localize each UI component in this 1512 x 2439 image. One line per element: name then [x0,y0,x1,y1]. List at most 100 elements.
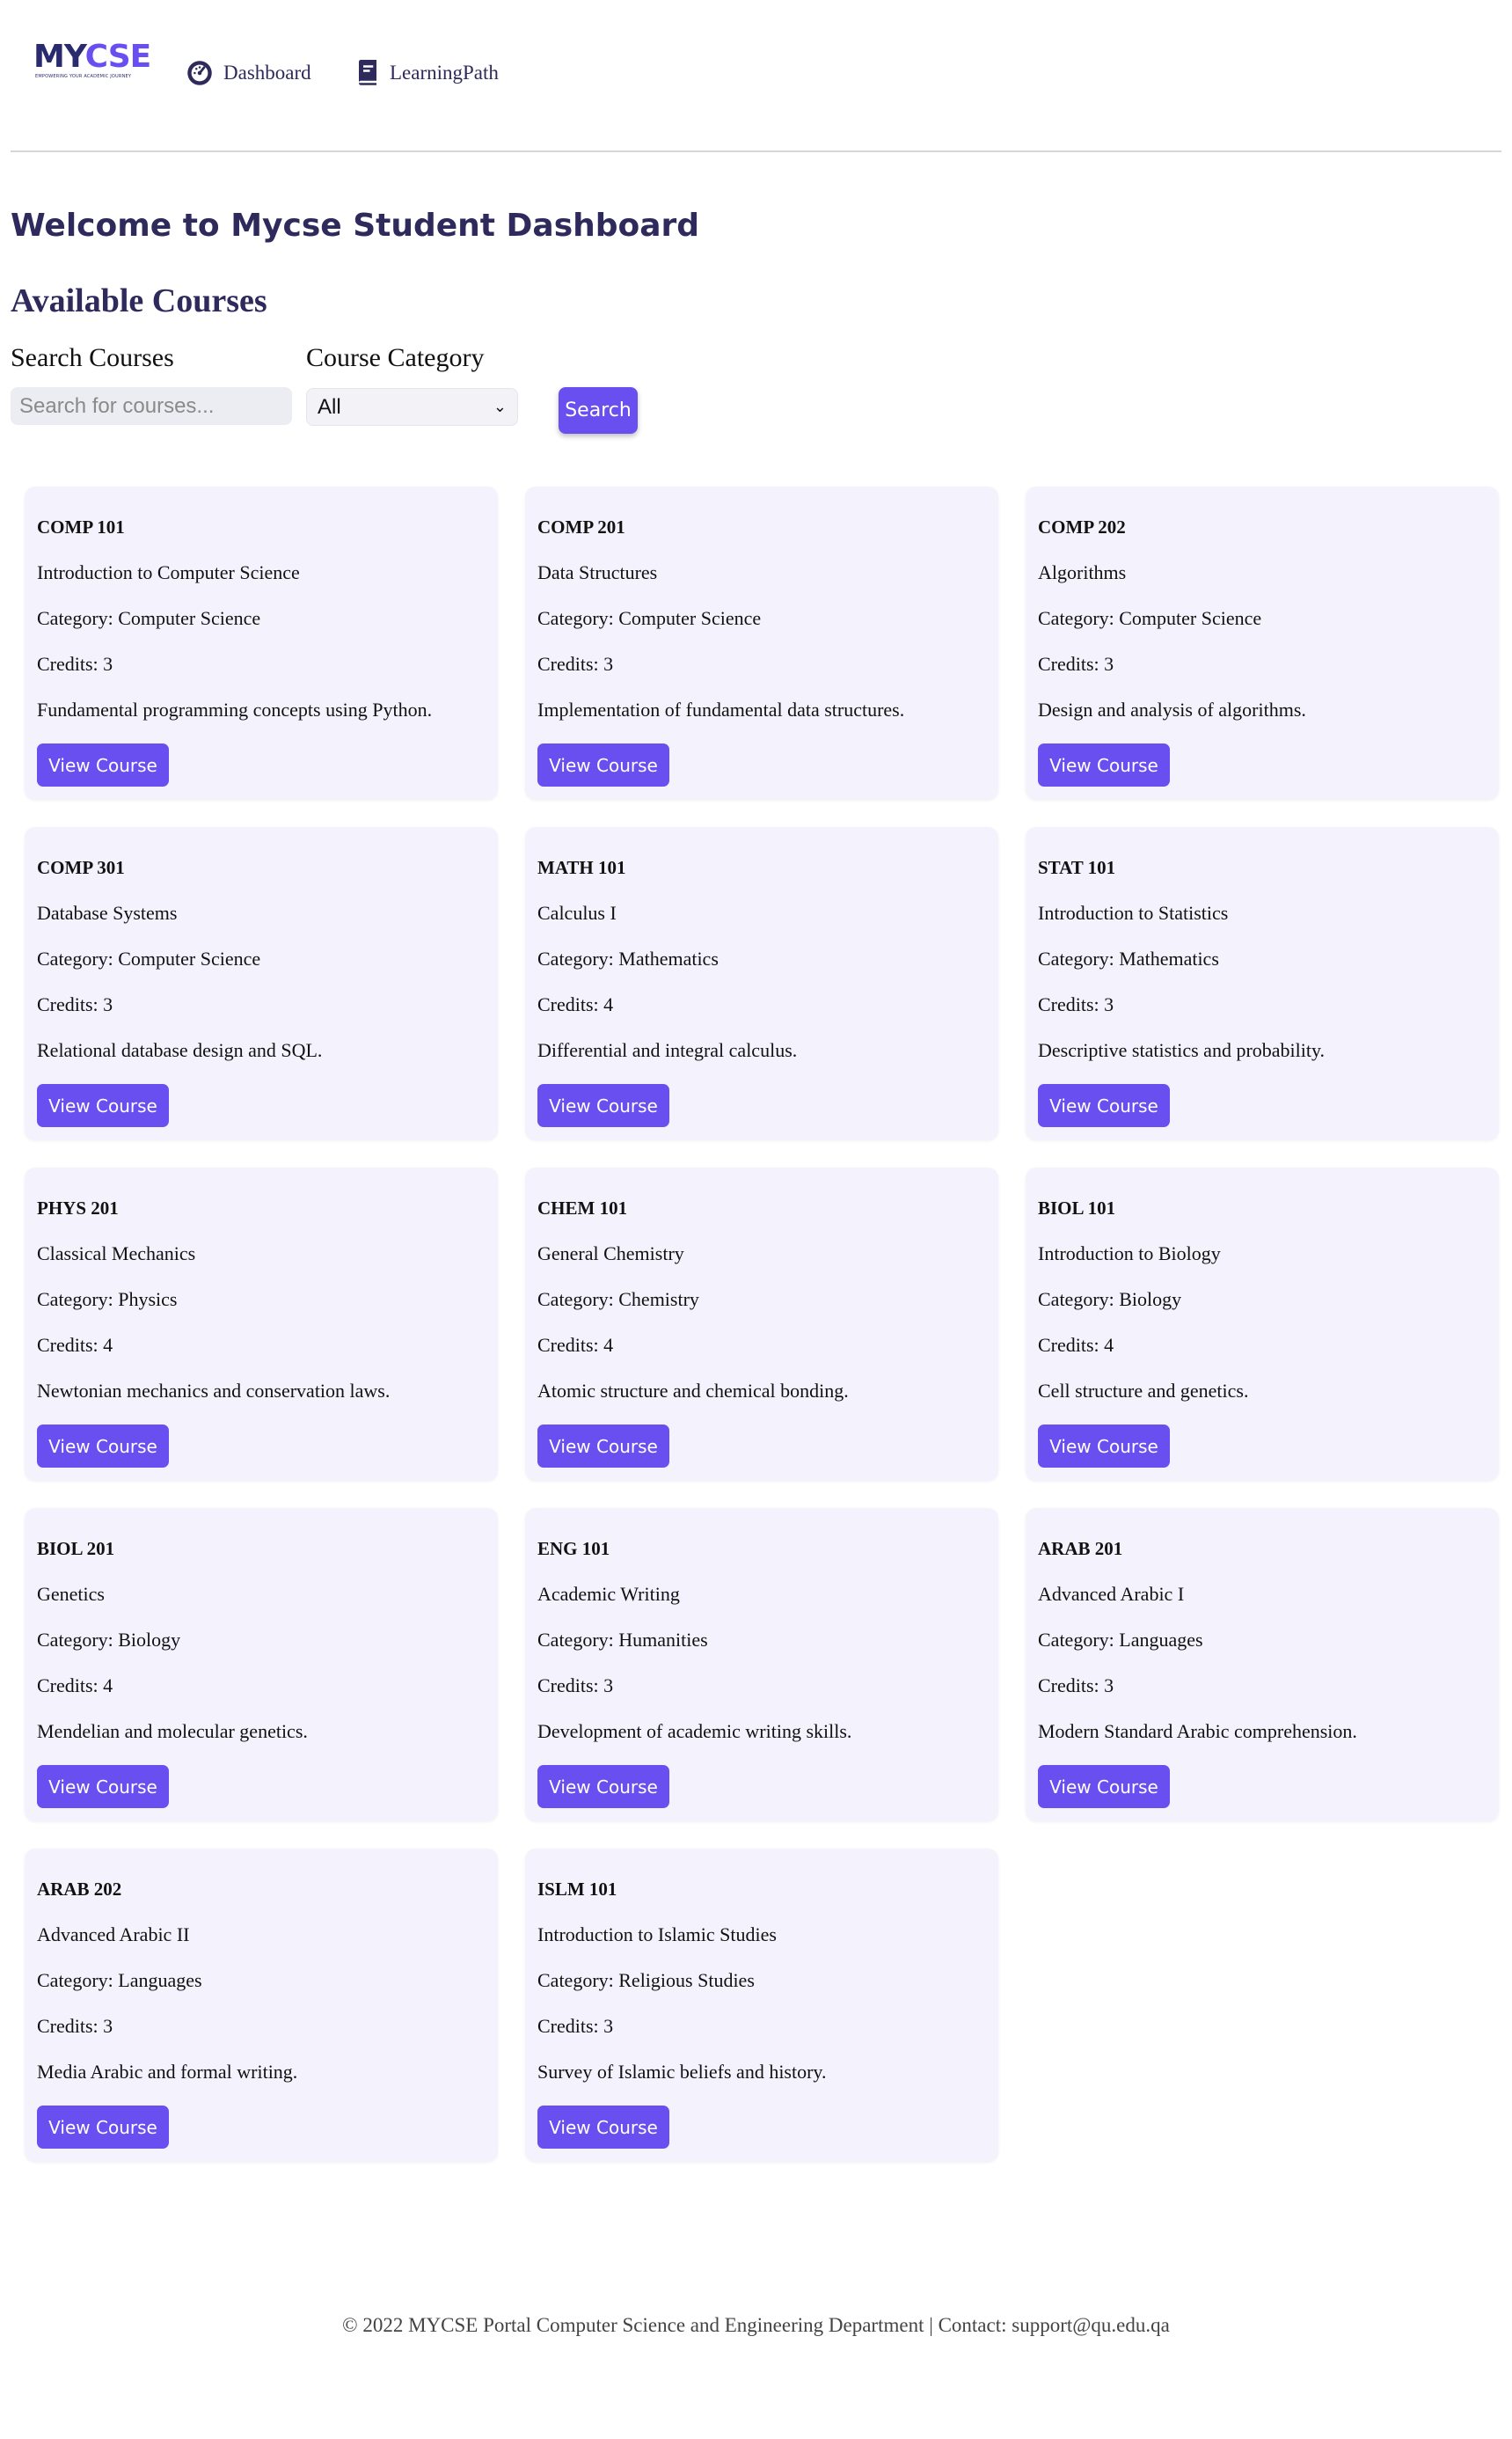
course-category-select[interactable]: All ⌄ [306,388,518,426]
course-description: Survey of Islamic beliefs and history. [537,2061,827,2083]
nav-learning-path-label: LearningPath [390,62,499,84]
course-category: Category: Chemistry [537,1288,699,1310]
chevron-down-icon: ⌄ [493,398,507,415]
course-category: Category: Computer Science [37,948,261,970]
nav-dashboard-label: Dashboard [223,62,311,84]
course-name: Introduction to Biology [1038,1242,1221,1264]
view-course-button[interactable]: View Course [537,2106,669,2149]
course-description: Newtonian mechanics and conservation law… [37,1380,391,1402]
course-name: Academic Writing [537,1583,680,1605]
course-name: Calculus I [537,902,617,924]
course-card: BIOL 201 Genetics Category: Biology Credits… [25,1508,498,1821]
course-card: COMP 201 Data Structures Category: Compute… [525,487,998,800]
course-category: Category: Humanities [537,1629,708,1651]
course-code: COMP 202 [1038,516,1126,538]
course-description: Cell structure and genetics. [1038,1380,1249,1402]
course-card: STAT 101 Introduction to Statistics Catego… [1026,827,1499,1140]
course-description: Development of academic writing skills. [537,1720,852,1742]
course-description: Media Arabic and formal writing. [37,2061,298,2083]
course-code: CHEM 101 [537,1198,628,1219]
course-credits: Credits: 3 [537,653,614,675]
course-description: Mendelian and molecular genetics. [37,1720,308,1742]
mycse-logo[interactable]: MYCSE EMPOWERING YOUR ACADEMIC JOURNEY [33,39,152,84]
course-card: ISLM 101 Introduction to Islamic Studies C… [525,1849,998,2162]
course-category: Category: Biology [1038,1288,1182,1310]
course-name: Introduction to Computer Science [37,561,300,583]
nav-learning-path[interactable]: LearningPath [356,60,499,86]
course-card: COMP 202 Algorithms Category: Computer Sci… [1026,487,1499,800]
search-input[interactable] [11,387,292,425]
course-credits: Credits: 3 [37,653,113,675]
course-description: Atomic structure and chemical bonding. [537,1380,849,1402]
course-category: Category: Computer Science [537,607,762,629]
course-card: MATH 101 Calculus I Category: Mathematics C… [525,827,998,1140]
course-card: ENG 101 Academic Writing Category: Humanit… [525,1508,998,1821]
view-course-button[interactable]: View Course [37,743,169,787]
course-category-label: Course Category [306,343,485,372]
view-course-button[interactable]: View Course [37,1084,169,1127]
course-card: BIOL 101 Introduction to Biology Category:… [1026,1168,1499,1481]
page-title: Welcome to Mycse Student Dashboard [11,208,700,244]
view-course-button[interactable]: View Course [1038,1084,1170,1127]
view-course-button[interactable]: View Course [537,1425,669,1468]
course-credits: Credits: 3 [1038,1674,1114,1696]
logo-accent-text: CSE [84,39,152,75]
course-name: Advanced Arabic II [37,1923,190,1945]
view-course-button[interactable]: View Course [1038,743,1170,787]
course-code: COMP 301 [37,857,125,878]
course-card: COMP 301 Database Systems Category: Comput… [25,827,498,1140]
course-name: Data Structures [537,561,658,583]
view-course-button[interactable]: View Course [537,743,669,787]
course-credits: Credits: 4 [537,1334,614,1356]
course-credits: Credits: 3 [37,2015,113,2037]
course-name: Introduction to Islamic Studies [537,1923,777,1945]
course-code: STAT 101 [1038,857,1116,878]
course-name: Advanced Arabic I [1038,1583,1185,1605]
course-name: Database Systems [37,902,178,924]
course-credits: Credits: 3 [37,993,113,1015]
view-course-button[interactable]: View Course [1038,1765,1170,1808]
course-name: Algorithms [1038,561,1127,583]
course-description: Relational database design and SQL. [37,1039,323,1061]
course-name: Genetics [37,1583,105,1605]
course-code: MATH 101 [537,857,626,878]
course-credits: Credits: 3 [537,1674,614,1696]
course-card: ARAB 202 Advanced Arabic II Category: Lang… [25,1849,498,2162]
course-category: Category: Mathematics [1038,948,1219,970]
course-credits: Credits: 4 [37,1334,113,1356]
course-code: ENG 101 [537,1538,610,1559]
course-code: BIOL 201 [37,1538,115,1559]
course-card: CHEM 101 General Chemistry Category: Chemi… [525,1168,998,1481]
course-description: Descriptive statistics and probability. [1038,1039,1326,1061]
course-code: ARAB 202 [37,1879,122,1900]
course-code: PHYS 201 [37,1198,119,1219]
course-card: ARAB 201 Advanced Arabic I Category: Langu… [1026,1508,1499,1821]
course-grid: COMP 101 Introduction to Computer Science… [25,487,1499,2162]
course-card: PHYS 201 Classical Mechanics Category: Phy… [25,1168,498,1481]
top-header: MYCSE EMPOWERING YOUR ACADEMIC JOURNEY D… [11,0,1501,152]
view-course-button[interactable]: View Course [37,2106,169,2149]
gauge-icon [186,60,213,86]
course-category: Category: Biology [37,1629,181,1651]
course-credits: Credits: 3 [537,2015,614,2037]
course-card: COMP 101 Introduction to Computer Science… [25,487,498,800]
view-course-button[interactable]: View Course [37,1425,169,1468]
available-courses-heading: Available Courses [11,282,267,319]
course-credits: Credits: 4 [537,993,614,1015]
course-credits: Credits: 3 [1038,653,1114,675]
course-description: Design and analysis of algorithms. [1038,699,1306,721]
view-course-button[interactable]: View Course [37,1765,169,1808]
course-category: Category: Computer Science [1038,607,1262,629]
view-course-button[interactable]: View Course [537,1765,669,1808]
course-description: Implementation of fundamental data struc… [537,699,905,721]
view-course-button[interactable]: View Course [1038,1425,1170,1468]
view-course-button[interactable]: View Course [537,1084,669,1127]
nav-dashboard[interactable]: Dashboard [186,60,311,86]
course-name: Introduction to Statistics [1038,902,1229,924]
logo-tagline: EMPOWERING YOUR ACADEMIC JOURNEY [35,74,132,79]
course-description: Fundamental programming concepts using P… [37,699,433,721]
search-button[interactable]: Search [559,387,638,434]
course-category: Category: Mathematics [537,948,719,970]
course-description: Modern Standard Arabic comprehension. [1038,1720,1357,1742]
search-courses-label: Search Courses [11,343,174,372]
